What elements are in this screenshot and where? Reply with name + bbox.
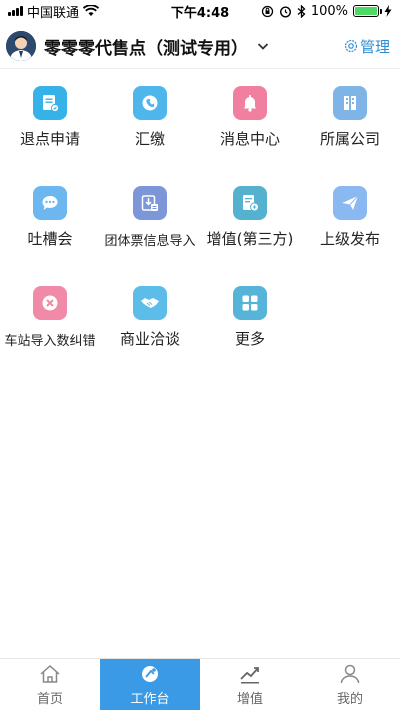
tile-affiliated-company[interactable]: 所属公司 <box>300 86 400 186</box>
tile-label: 所属公司 <box>319 130 380 148</box>
tile-label: 消息中心 <box>219 130 280 148</box>
gear-icon <box>344 39 358 53</box>
clock: 下午4:48 <box>170 5 230 21</box>
tile-business-negotiation[interactable]: 商业洽谈 <box>100 286 200 386</box>
tile-label: 车站导入数纠错 <box>4 334 96 349</box>
carrier-label: 中国联通 <box>27 5 80 21</box>
remit-icon <box>133 86 167 120</box>
header: 零零零代售点（测试专用） 管理 <box>0 26 400 66</box>
avatar-person-icon <box>6 31 36 61</box>
tab-workbench[interactable]: 工作台 <box>100 659 200 710</box>
tile-superior-release[interactable]: 上级发布 <box>300 186 400 286</box>
alarm-icon <box>279 5 291 18</box>
tile-feedback[interactable]: 吐槽会 <box>0 186 100 286</box>
tile-remit[interactable]: 汇缴 <box>100 86 200 186</box>
bottom-tab-bar: 首页 工作台 增值 我的 <box>0 658 400 710</box>
tab-label: 我的 <box>336 692 363 707</box>
tile-station-import-correction[interactable]: 车站导入数纠错 <box>0 286 100 386</box>
tile-label: 团体票信息导入 <box>104 234 196 249</box>
tab-value-added[interactable]: 增值 <box>200 659 300 710</box>
grid-row: 退点申请 汇缴 消息中心 所属公司 <box>0 86 400 186</box>
tab-mine[interactable]: 我的 <box>300 659 400 710</box>
refund-form-icon <box>33 86 67 120</box>
tile-label: 吐槽会 <box>27 230 73 248</box>
charging-icon <box>384 5 392 17</box>
profile-icon <box>340 664 360 684</box>
send-icon <box>333 186 367 220</box>
manage-label: 管理 <box>359 37 390 56</box>
tile-label: 上级发布 <box>319 230 380 248</box>
import-icon <box>133 186 167 220</box>
manage-button[interactable]: 管理 <box>344 36 390 57</box>
bell-icon <box>233 86 267 120</box>
workbench-icon <box>142 666 158 682</box>
tile-refund-request[interactable]: 退点申请 <box>0 86 100 186</box>
battery-icon <box>353 5 382 17</box>
chat-bubble-icon <box>33 186 67 220</box>
tile-label: 增值(第三方) <box>206 230 294 248</box>
avatar[interactable] <box>6 31 36 61</box>
home-icon <box>40 664 60 683</box>
tile-value-added-third-party[interactable]: 增值(第三方) <box>200 186 300 286</box>
wifi-icon <box>83 5 100 16</box>
more-grid-icon <box>233 286 267 320</box>
tile-message-center[interactable]: 消息中心 <box>200 86 300 186</box>
tile-label: 退点申请 <box>19 130 80 148</box>
tab-label: 首页 <box>36 692 63 707</box>
tab-home[interactable]: 首页 <box>0 659 100 710</box>
chevron-down-icon[interactable] <box>256 39 270 53</box>
grid-row: 车站导入数纠错 商业洽谈 更多 <box>0 286 400 386</box>
orientation-lock-icon <box>261 5 273 17</box>
handshake-icon <box>133 286 167 320</box>
tile-group-ticket-import[interactable]: 团体票信息导入 <box>100 186 200 286</box>
header-divider <box>0 68 400 69</box>
error-correct-icon <box>33 286 67 320</box>
value-added-icon <box>233 186 267 220</box>
tab-label: 增值 <box>236 692 263 707</box>
tile-label: 商业洽谈 <box>119 330 180 348</box>
tile-more[interactable]: 更多 <box>200 286 300 386</box>
status-bar: 中国联通 下午4:48 100% <box>0 0 400 22</box>
function-grid: 退点申请 汇缴 消息中心 所属公司 吐槽会 团体票信息导入 增值(第三方) 上级… <box>0 86 400 386</box>
status-left: 中国联通 <box>8 2 100 21</box>
page-title[interactable]: 零零零代售点（测试专用） <box>44 34 248 59</box>
signal-icon <box>8 6 23 16</box>
tile-label: 汇缴 <box>134 130 165 148</box>
tile-label: 更多 <box>234 330 265 348</box>
building-icon <box>333 86 367 120</box>
trend-icon <box>240 667 259 684</box>
status-right: 100% <box>261 4 392 19</box>
tab-label: 工作台 <box>130 692 170 707</box>
bluetooth-icon <box>297 4 306 18</box>
grid-row: 吐槽会 团体票信息导入 增值(第三方) 上级发布 <box>0 186 400 286</box>
battery-percent: 100% <box>310 3 348 19</box>
